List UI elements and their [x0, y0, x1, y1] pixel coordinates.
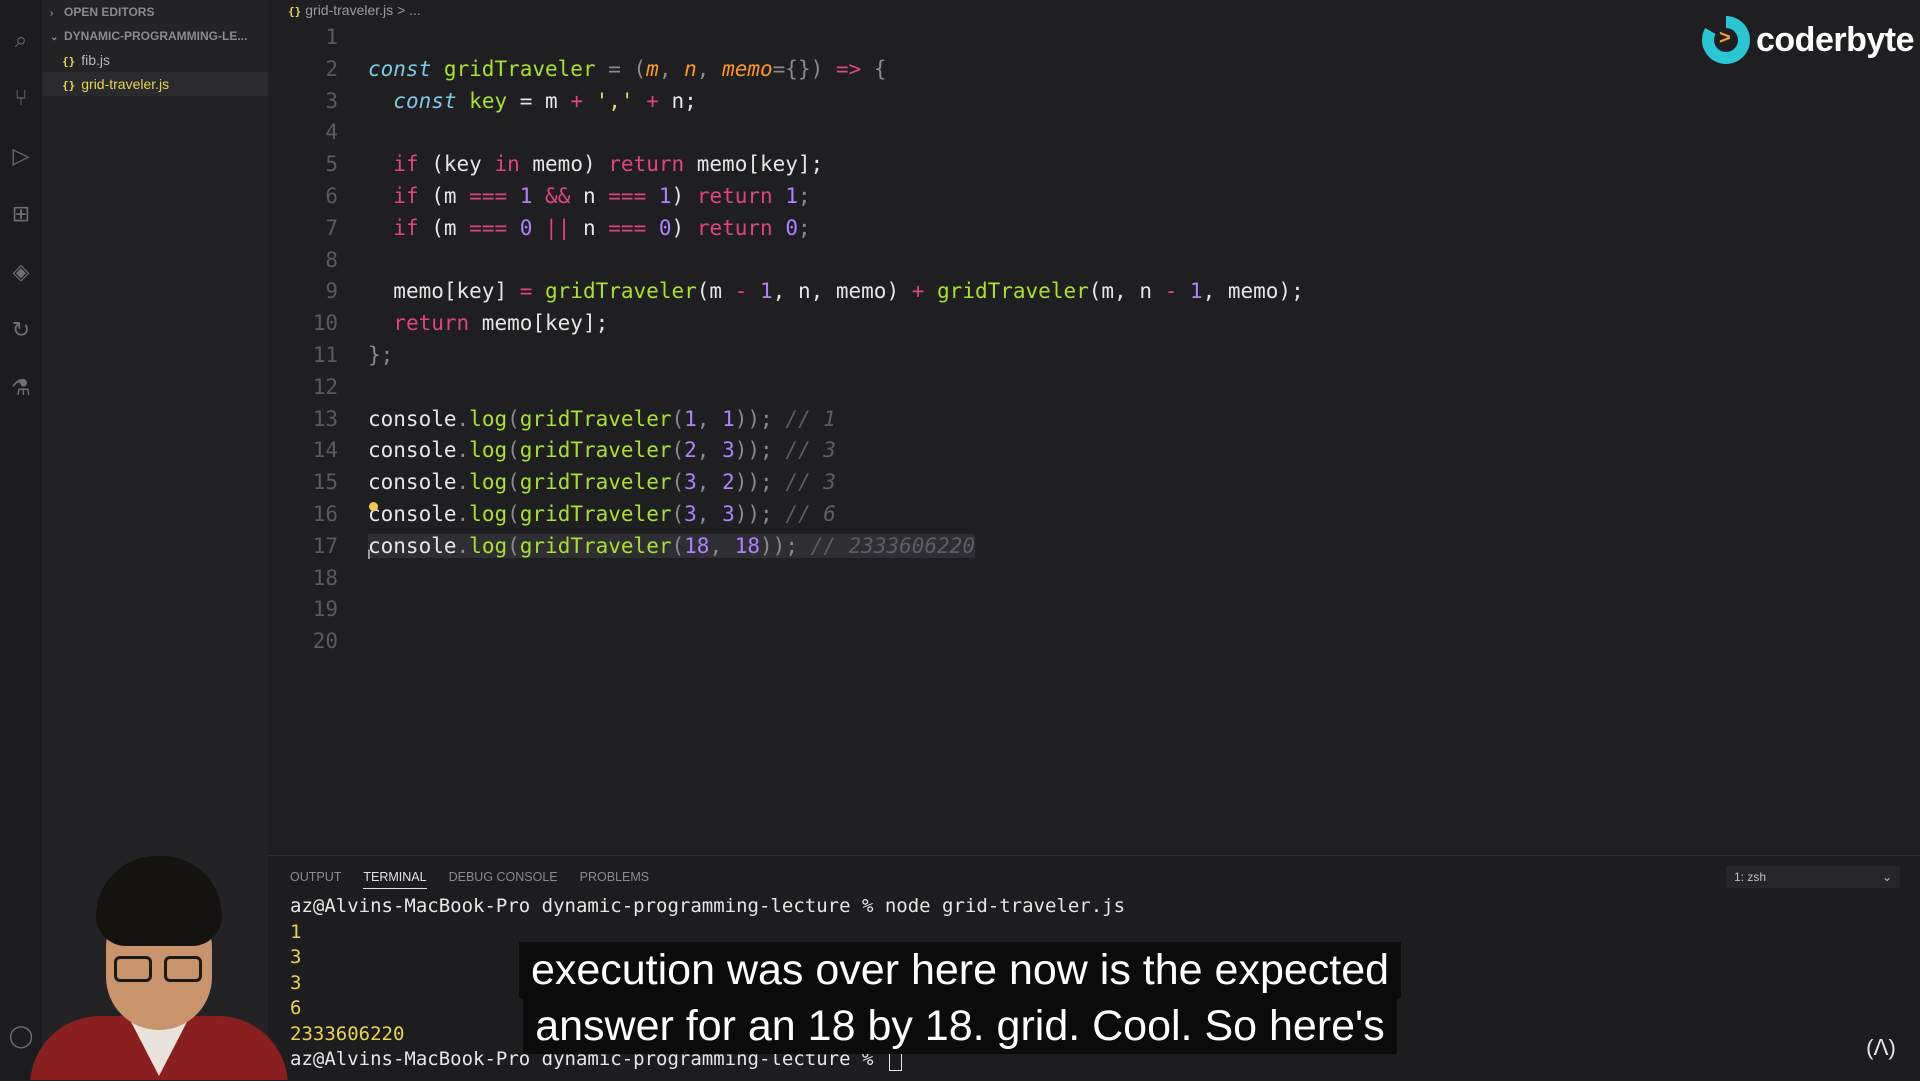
line-number: 17 — [312, 533, 338, 558]
open-editors-section[interactable]: › OPEN EDITORS — [42, 0, 268, 24]
line-number: 16 — [312, 501, 338, 526]
subtitle-line: execution was over here now is the expec… — [518, 942, 1402, 998]
subtitle-line: answer for an 18 by 18. grid. Cool. So h… — [523, 998, 1397, 1054]
file-item-fib[interactable]: {} fib.js — [42, 48, 268, 72]
line-number: 7 — [325, 215, 338, 240]
workspace-folder-section[interactable]: ⌄ DYNAMIC-PROGRAMMING-LE... — [42, 24, 268, 48]
search-icon[interactable]: ⌕ — [7, 26, 35, 54]
code-text: if (m === 1 && n === 1) return 1; — [393, 183, 811, 208]
code-text: if (key in memo) return memo[key]; — [393, 152, 824, 177]
freecodecamp-icon: (ᐱ) — [1866, 1035, 1896, 1060]
source-control-icon[interactable]: ⑂ — [7, 84, 35, 112]
line-number: 15 — [312, 470, 338, 495]
code-text: console.log(gridTraveler(1, 1)); // 1 — [368, 406, 836, 431]
run-debug-icon[interactable]: ▷ — [7, 142, 35, 170]
file-item-grid-traveler[interactable]: {} grid-traveler.js — [42, 72, 268, 96]
line-number: 13 — [312, 406, 338, 431]
line-number: 20 — [312, 629, 338, 654]
js-file-icon: {} — [62, 79, 76, 92]
chevron-down-icon: ⌄ — [50, 32, 59, 43]
code-editor[interactable]: {} grid-traveler.js > ... 1 2 const gridTr… — [268, 0, 1920, 855]
code-text: console.log(gridTraveler(2, 3)); // 3 — [368, 438, 836, 463]
line-number: 11 — [312, 342, 338, 367]
live-share-icon[interactable]: ↻ — [7, 316, 35, 344]
coderbyte-logo: > coderbyte — [1702, 14, 1915, 66]
line-number: 14 — [312, 438, 338, 463]
chevron-down-icon: ⌄ — [1881, 870, 1892, 884]
js-file-icon: {} — [288, 5, 302, 18]
file-name: grid-traveler.js — [81, 76, 170, 92]
breadcrumb-separator: > — [397, 2, 406, 18]
code-text: memo[key] = gridTraveler(m - 1, n, memo)… — [393, 279, 1304, 304]
line-number: 9 — [325, 279, 338, 304]
line-number: 3 — [325, 88, 338, 113]
line-number: 8 — [325, 247, 338, 272]
presenter-hair — [96, 856, 222, 946]
logo-text: coderbyte — [1756, 20, 1915, 59]
js-file-icon: {} — [62, 55, 76, 68]
code-text: console.log(gridTraveler(3, 3)); // 6 — [368, 501, 836, 526]
tab-debug-console[interactable]: DEBUG CONSOLE — [449, 866, 558, 888]
tab-problems[interactable]: PROBLEMS — [580, 866, 649, 888]
line-number: 2 — [325, 56, 338, 81]
text-cursor-icon: I — [367, 546, 371, 562]
lightbulb-icon[interactable] — [369, 502, 378, 511]
docker-icon[interactable]: ◈ — [7, 258, 35, 286]
terminal-select-value: 1: zsh — [1734, 870, 1767, 884]
line-number: 1 — [325, 25, 338, 49]
line-number: 4 — [325, 120, 338, 145]
chevron-right-icon: › — [50, 8, 54, 19]
file-name: fib.js — [81, 52, 111, 68]
open-editors-label: OPEN EDITORS — [64, 5, 155, 19]
terminal-select[interactable]: 1: zsh ⌄ — [1726, 866, 1900, 888]
tab-terminal[interactable]: TERMINAL — [363, 866, 427, 889]
code-text: console.log(gridTraveler(3, 2)); // 3 — [368, 470, 836, 495]
subtitles: execution was over here now is the expec… — [472, 942, 1448, 1054]
code-text: }; — [368, 342, 394, 367]
extensions-icon[interactable]: ⊞ — [7, 200, 35, 228]
terminal-line: az@Alvins-MacBook-Pro dynamic-programmin… — [290, 895, 1126, 917]
line-number: 6 — [325, 183, 338, 208]
code-text: const key = m + ',' + n; — [393, 88, 697, 113]
coderbyte-logo-icon: > — [1702, 16, 1750, 64]
line-number: 19 — [312, 597, 338, 622]
code-text: return memo[key]; — [393, 311, 609, 336]
code-text: console.log(gridTraveler(18, 18)); // 23… — [368, 533, 975, 558]
line-number: 5 — [325, 152, 338, 177]
code-text: const gridTraveler = (m, n, memo={}) => … — [368, 56, 887, 81]
line-number: 18 — [312, 565, 338, 590]
panel-tabs: OUTPUT TERMINAL DEBUG CONSOLE PROBLEMS — [290, 866, 649, 890]
workspace-folder-label: DYNAMIC-PROGRAMMING-LE... — [64, 29, 248, 43]
breadcrumb[interactable]: {} grid-traveler.js > ... — [288, 2, 421, 18]
breadcrumb-more[interactable]: ... — [409, 2, 421, 18]
code-text: if (m === 0 || n === 0) return 0; — [393, 215, 811, 240]
webcam-overlay — [30, 856, 288, 1080]
breadcrumb-file[interactable]: grid-traveler.js — [305, 2, 393, 18]
presenter-glasses — [114, 956, 206, 984]
tab-output[interactable]: OUTPUT — [290, 866, 341, 888]
line-number: 10 — [312, 311, 338, 336]
line-number: 12 — [312, 374, 338, 399]
testing-icon[interactable]: ⚗ — [7, 374, 35, 402]
